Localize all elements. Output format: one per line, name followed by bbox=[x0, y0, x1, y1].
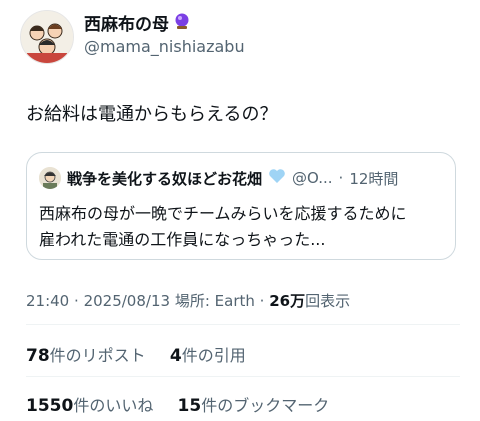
quoted-author-name: 戦争を美化する奴ほどお花畑 bbox=[67, 169, 263, 188]
reposts-link[interactable]: 78件のリポスト bbox=[26, 346, 146, 366]
crystal-ball-icon bbox=[173, 12, 191, 34]
quoted-text-line-2: 雇われた電通の工作員になっちゃった... bbox=[39, 230, 326, 249]
quotes-label: 件の引用 bbox=[181, 346, 246, 365]
tweet-location: 場所: Earth bbox=[174, 292, 255, 310]
divider bbox=[26, 324, 460, 325]
quoted-timestamp: 12時間 bbox=[349, 169, 399, 188]
reposts-count: 78 bbox=[26, 346, 50, 366]
author-avatar[interactable] bbox=[20, 10, 74, 64]
quoted-tweet-text: 西麻布の母が一晩でチームみらいを応援するために 雇われた電通の工作員になっちゃっ… bbox=[39, 201, 449, 253]
quoted-separator: · bbox=[338, 169, 344, 187]
avatar-illustration bbox=[21, 11, 73, 63]
quoted-tweet-header: 戦争を美化する奴ほどお花畑 @O... · 12時間 bbox=[39, 167, 398, 189]
bookmarks-label: 件のブックマーク bbox=[201, 396, 330, 415]
quoted-author-avatar bbox=[39, 167, 61, 189]
quoted-tweet-card[interactable]: 戦争を美化する奴ほどお花畑 @O... · 12時間 西麻布の母が一晩でチームみ… bbox=[26, 152, 456, 260]
meta-separator: · bbox=[74, 292, 79, 310]
likes-count: 1550 bbox=[26, 396, 74, 416]
tweet-text: お給料は電通からもらえるの？ bbox=[26, 104, 278, 125]
bookmarks-count: 15 bbox=[177, 396, 202, 416]
author-handle[interactable]: @mama_nishiazabu bbox=[84, 37, 245, 56]
meta-separator: · bbox=[259, 292, 265, 310]
quoted-text-line-1: 西麻布の母が一晩でチームみらいを応援するために bbox=[39, 204, 407, 223]
bookmarks-link[interactable]: 15件のブックマーク bbox=[177, 396, 330, 416]
repost-quote-stats: 78件のリポスト 4件の引用 bbox=[26, 342, 246, 366]
views-label: 回表示 bbox=[305, 292, 351, 310]
likes-link[interactable]: 1550件のいいね bbox=[26, 396, 154, 416]
light-blue-heart-icon bbox=[268, 168, 286, 188]
views-count: 26万 bbox=[269, 292, 306, 310]
quotes-count: 4 bbox=[169, 346, 182, 366]
quotes-link[interactable]: 4件の引用 bbox=[169, 346, 246, 366]
author-display-name[interactable]: 西麻布の母 bbox=[84, 10, 169, 35]
tweet-date[interactable]: 2025/08/13 bbox=[84, 292, 170, 310]
reposts-label: 件のリポスト bbox=[49, 346, 146, 365]
tweet-meta: 21:40 · 2025/08/13 場所: Earth · 26万回表示 bbox=[26, 290, 350, 311]
divider bbox=[26, 376, 460, 377]
quoted-author-handle: @O... bbox=[292, 169, 333, 187]
likes-label: 件のいいね bbox=[73, 396, 154, 415]
tweet-time[interactable]: 21:40 bbox=[26, 292, 69, 310]
like-bookmark-stats: 1550件のいいね 15件のブックマーク bbox=[26, 392, 329, 416]
author-name-row[interactable]: 西麻布の母 bbox=[84, 10, 191, 35]
